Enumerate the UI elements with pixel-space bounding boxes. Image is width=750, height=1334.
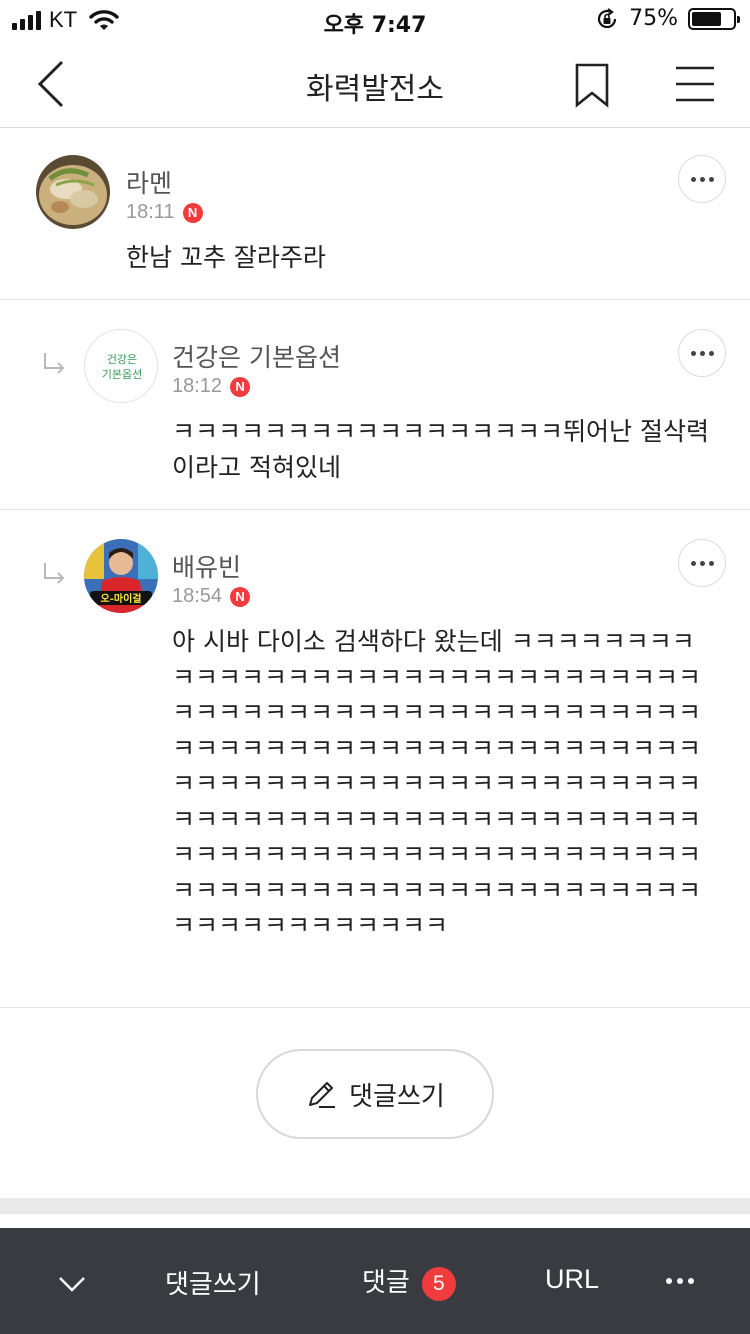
new-badge: N: [230, 586, 251, 607]
write-comment-label: 댓글쓰기: [349, 1081, 445, 1112]
bottom-toolbar: 댓글쓰기 댓글 5 URL: [0, 1228, 750, 1334]
nav-bar: 화력발전소: [0, 40, 750, 128]
comment-text: 한남 꼬추 잘라주라: [126, 243, 326, 272]
comment-count-badge: 5: [421, 1266, 456, 1301]
toolbar-url[interactable]: URL: [545, 1264, 599, 1295]
comment-time: 18:12: [172, 375, 223, 397]
comment-text: ㅋㅋㅋㅋㅋㅋㅋㅋㅋㅋㅋㅋㅋㅋㅋㅋㅋ뛰어난 절삭력이라고 적혀있네: [172, 417, 709, 482]
comment-meta: 18:12 N: [172, 375, 251, 398]
comment-item: 건강은 기본옵션 건강은 기본옵션 18:12 N ㅋㅋㅋㅋㅋㅋㅋㅋㅋㅋㅋㅋㅋㅋ…: [0, 300, 750, 510]
comment-time: 18:11: [126, 201, 175, 223]
avatar[interactable]: 건강은 기본옵션: [84, 329, 158, 403]
comment-meta: 18:11 N: [126, 201, 203, 224]
comment-time: 18:54: [172, 585, 223, 607]
avatar-text-line2: 기본옵션: [102, 368, 142, 381]
menu-button[interactable]: [674, 64, 716, 104]
avatar[interactable]: [36, 155, 110, 229]
new-badge: N: [230, 376, 251, 397]
comment-text: 아 시바 다이소 검색하다 왔는데 ㅋㅋㅋㅋㅋㅋㅋㅋㅋㅋㅋㅋㅋㅋㅋㅋㅋㅋㅋㅋㅋㅋ…: [172, 627, 702, 940]
new-badge: N: [182, 202, 203, 223]
comment-meta: 18:54 N: [172, 585, 251, 608]
pencil-icon: [309, 1082, 336, 1108]
reply-arrow-icon: [44, 563, 65, 584]
avatar-photo: 오-마이걸: [84, 539, 158, 613]
more-dots-icon[interactable]: [665, 1277, 695, 1285]
write-comment-button[interactable]: 댓글쓰기: [256, 1049, 494, 1139]
comment-item: 오-마이걸 배유빈 18:54 N 아 시바 다이소 검색하다 왔는데 ㅋㅋㅋㅋ…: [0, 510, 750, 1008]
bookmark-button[interactable]: [572, 62, 612, 108]
comment-author[interactable]: 건강은 기본옵션: [172, 338, 341, 374]
reply-arrow-icon: [44, 353, 65, 374]
battery-percent: 75%: [629, 6, 678, 31]
toolbar-comments-label: 댓글: [362, 1268, 410, 1298]
status-bar: KT 오후 7:47 75%: [0, 0, 750, 40]
battery-icon: [688, 7, 740, 30]
comment-author[interactable]: 라멘: [126, 164, 172, 200]
ramen-photo: [36, 155, 110, 229]
chevron-down-icon[interactable]: [57, 1274, 87, 1294]
more-options-button[interactable]: [678, 155, 726, 203]
avatar-text-line1: 건강은: [107, 353, 137, 366]
comment-author[interactable]: 배유빈: [172, 548, 241, 584]
more-options-button[interactable]: [678, 539, 726, 587]
comment-item: 라멘 18:11 N 한남 꼬추 잘라주라: [0, 128, 750, 300]
avatar[interactable]: 오-마이걸: [84, 539, 158, 613]
toolbar-write-comment[interactable]: 댓글쓰기: [165, 1264, 261, 1301]
page-title: 화력발전소: [306, 72, 444, 107]
avatar-text-image: 건강은 기본옵션: [102, 353, 142, 381]
more-options-button[interactable]: [678, 329, 726, 377]
toolbar-comments[interactable]: 댓글 5: [362, 1262, 456, 1301]
section-divider: [0, 1198, 750, 1214]
rotation-lock-icon: [598, 7, 617, 28]
avatar-caption: 오-마이걸: [101, 592, 142, 605]
status-right: 75%: [595, 6, 740, 31]
battery-fill: [692, 11, 721, 26]
